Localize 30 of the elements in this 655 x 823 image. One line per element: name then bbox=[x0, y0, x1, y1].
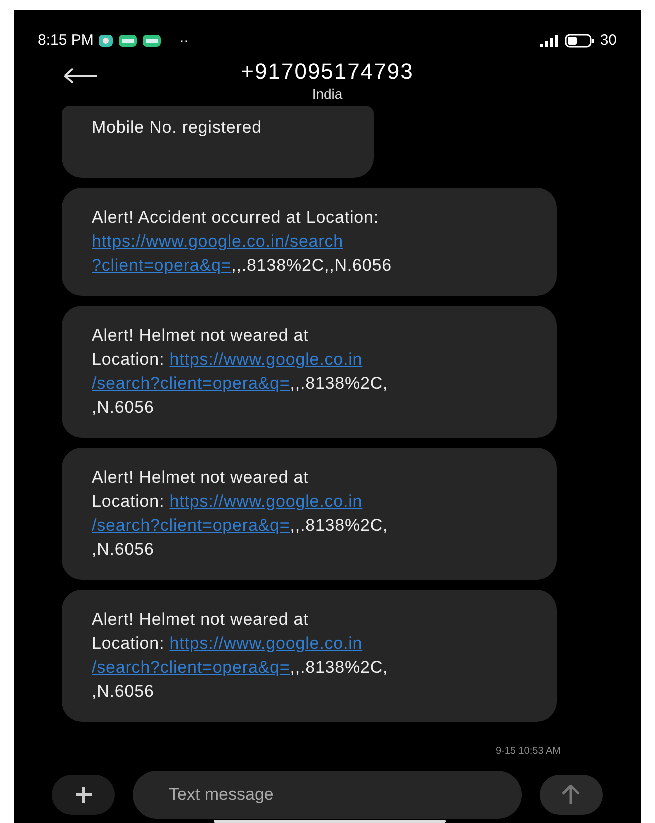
message-input-field[interactable]: Text message bbox=[133, 771, 522, 819]
message-link[interactable]: https://www.google.co.in bbox=[170, 350, 363, 369]
signal-icon bbox=[540, 35, 560, 47]
notification-icon bbox=[142, 34, 162, 48]
more-indicator: ·· bbox=[180, 32, 189, 50]
message-link[interactable]: /search?client=opera&q= bbox=[92, 374, 290, 393]
add-button[interactable] bbox=[52, 775, 115, 815]
send-button[interactable] bbox=[540, 775, 603, 815]
message-link[interactable]: /search?client=opera&q= bbox=[92, 658, 290, 677]
message-text: Mobile No. registered bbox=[92, 117, 263, 139]
message-timestamp: 9-15 10:53 AM bbox=[496, 745, 561, 759]
message-link[interactable]: https://www.google.co.in/search bbox=[92, 232, 344, 251]
contact-country: India bbox=[312, 86, 343, 102]
notification-icon bbox=[118, 34, 138, 48]
battery-level: 30 bbox=[600, 30, 617, 51]
notification-icon bbox=[98, 34, 114, 48]
message-text: Alert! Helmet not weared at Location: https://www.google.co.in /search?client=opera&q=,,.8138%2C, ,N.6056 bbox=[92, 609, 390, 703]
message-link[interactable]: ?client=opera&q= bbox=[92, 256, 232, 275]
contact-number: +917095174793 bbox=[241, 58, 414, 86]
back-arrow-icon[interactable] bbox=[63, 68, 99, 84]
message-link[interactable]: https://www.google.co.in bbox=[170, 492, 363, 511]
message-link[interactable]: /search?client=opera&q= bbox=[92, 516, 290, 535]
up-arrow-icon bbox=[562, 785, 580, 805]
message-text: Alert! Accident occurred at Location: https://www.google.co.in/search ?client=opera&q=,,.8138%2C,,N.6056 bbox=[92, 207, 393, 277]
message-text: Alert! Helmet not weared at Location: https://www.google.co.in /search?client=opera&q=,,.8138%2C, ,N.6056 bbox=[92, 467, 390, 561]
message-link[interactable]: https://www.google.co.in bbox=[170, 634, 363, 653]
message-text: Alert! Helmet not weared at Location: https://www.google.co.in /search?client=opera&q=,,.8138%2C, ,N.6056 bbox=[92, 325, 390, 419]
plus-icon bbox=[74, 785, 94, 805]
status-time: 8:15 PM bbox=[38, 30, 94, 51]
battery-icon bbox=[565, 34, 596, 48]
